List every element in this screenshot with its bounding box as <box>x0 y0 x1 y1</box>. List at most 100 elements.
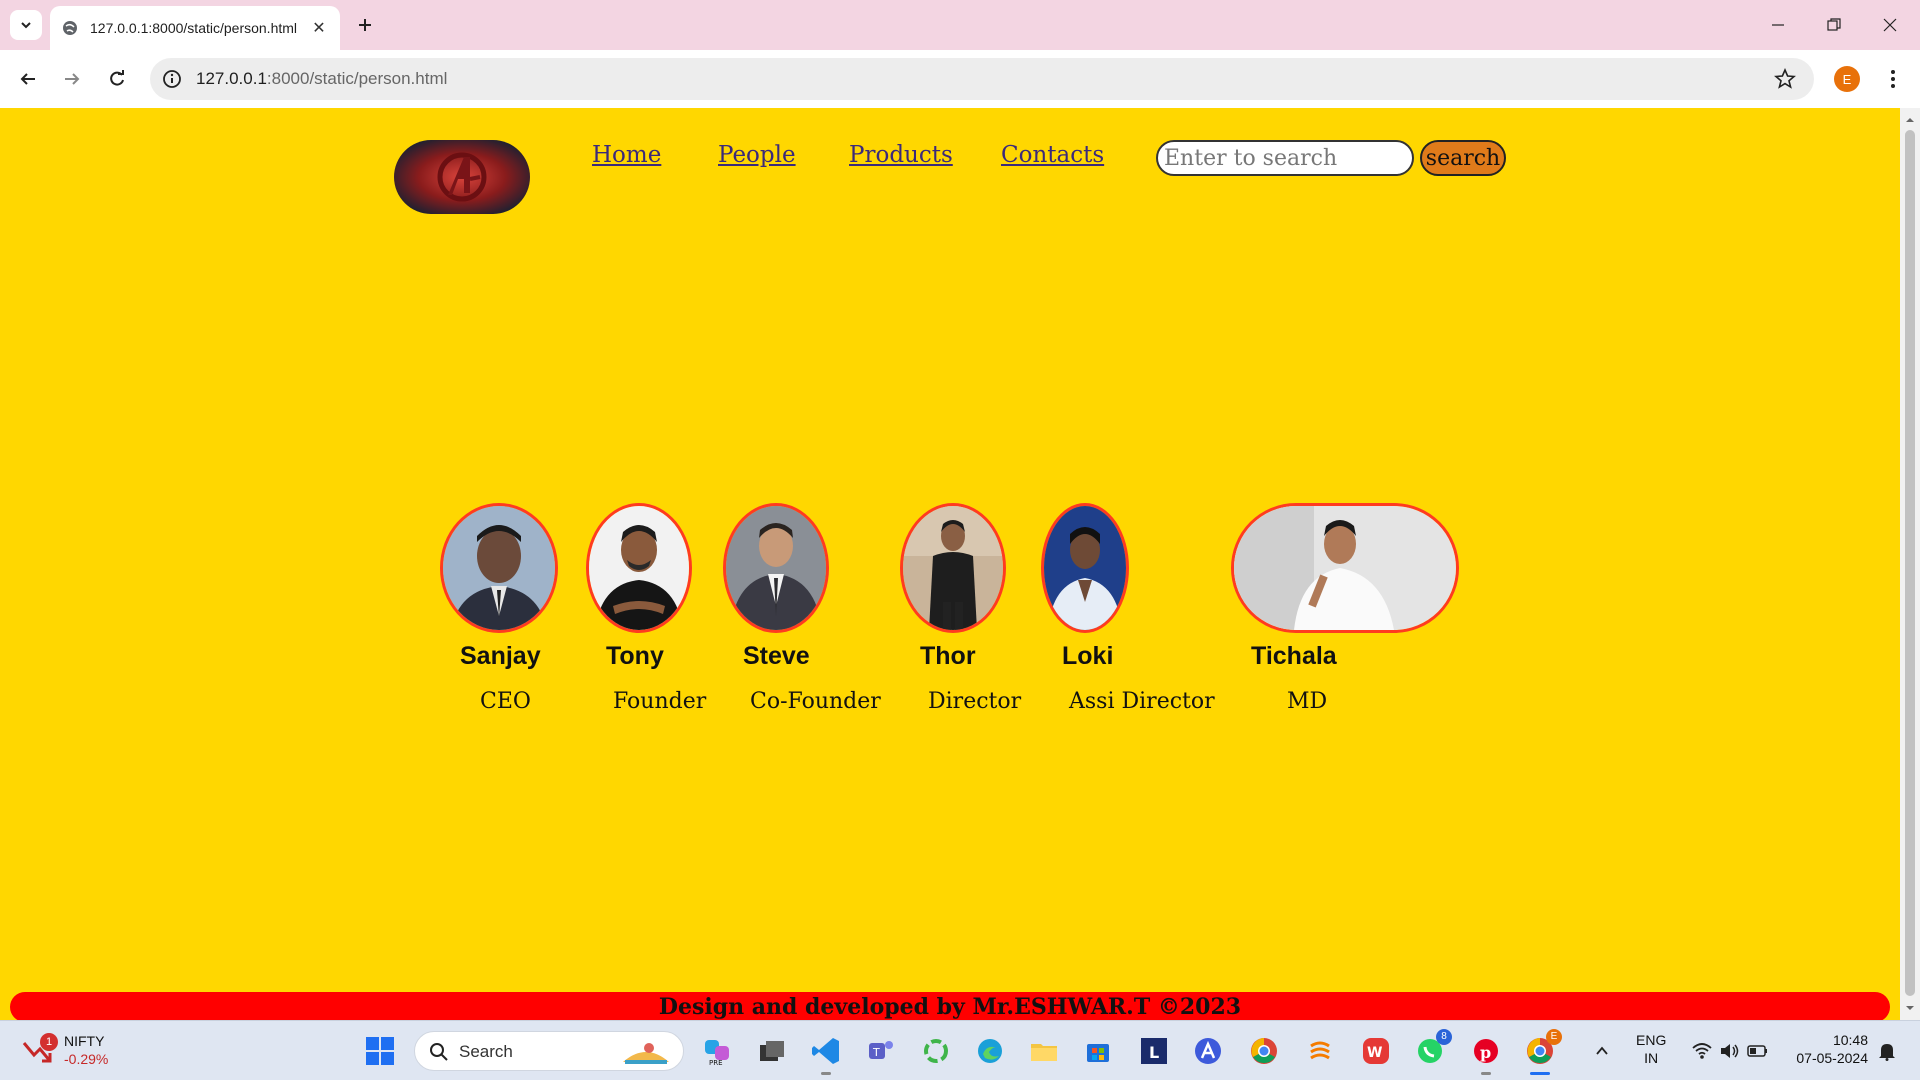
page-footer: Design and developed by Mr.ESHWAR.T ©202… <box>10 992 1890 1020</box>
nav-people-link[interactable]: People <box>718 142 796 168</box>
battery-icon <box>1747 1045 1767 1057</box>
region-code: IN <box>1644 1050 1659 1066</box>
taskbar-a-app[interactable] <box>1190 1033 1226 1069</box>
person-role: Assi Director <box>1069 689 1215 714</box>
person-name: Tony <box>606 642 664 670</box>
scroll-down-arrow-icon[interactable] <box>1904 1002 1916 1014</box>
taskbar-sync-app[interactable] <box>918 1033 954 1069</box>
browser-toolbar: 127.0.0.1:8000/static/person.html E <box>0 50 1920 108</box>
triangle-a-icon <box>1195 1038 1221 1064</box>
edge-icon <box>978 1039 1002 1063</box>
clock-time: 10:48 <box>1832 1032 1868 1048</box>
taskbar-copilot[interactable]: PRE <box>700 1033 736 1069</box>
forward-button[interactable] <box>56 63 88 95</box>
search-icon <box>430 1043 448 1061</box>
restore-button[interactable] <box>1814 10 1854 40</box>
arrow-left-icon <box>20 73 35 85</box>
search-button[interactable]: search <box>1420 140 1506 176</box>
back-button[interactable] <box>12 63 44 95</box>
new-tab-button[interactable] <box>352 12 378 38</box>
taskbar-chrome-active[interactable]: E <box>1522 1029 1562 1075</box>
tab-search-button[interactable] <box>10 10 42 40</box>
task-view-icon <box>760 1041 784 1061</box>
person-name: Tichala <box>1251 642 1337 670</box>
taskbar-teams[interactable]: T <box>862 1033 898 1069</box>
person-name: Sanjay <box>460 642 541 670</box>
taskbar-store[interactable] <box>1080 1033 1116 1069</box>
site-info-icon[interactable] <box>162 69 182 89</box>
language-indicator[interactable]: ENG IN <box>1636 1031 1666 1067</box>
person-photo <box>1041 503 1129 633</box>
chrome-profile-badge: E <box>1546 1029 1562 1045</box>
person-photo <box>586 503 692 633</box>
svg-text:L: L <box>1149 1043 1159 1062</box>
close-window-button[interactable] <box>1870 10 1910 40</box>
search-highlight-icon <box>623 1043 669 1064</box>
svg-text:p: p <box>1480 1043 1491 1062</box>
person-photo <box>723 503 829 633</box>
wps-icon: W <box>1363 1038 1389 1064</box>
page-scrollbar[interactable] <box>1900 108 1920 1020</box>
taskbar-wps[interactable]: W <box>1358 1033 1394 1069</box>
notifications-button[interactable] <box>1872 1033 1902 1069</box>
circular-arrows-icon <box>924 1039 948 1063</box>
reload-button[interactable] <box>101 63 133 95</box>
taskbar-chrome[interactable] <box>1246 1033 1282 1069</box>
taskbar-whatsapp[interactable]: 8 <box>1412 1029 1452 1069</box>
nav-home-link[interactable]: Home <box>592 142 661 168</box>
person-name: Thor <box>920 642 976 670</box>
orange-lines-icon <box>1310 1041 1330 1060</box>
taskbar-file-explorer[interactable] <box>1026 1033 1062 1069</box>
globe-icon <box>63 21 77 35</box>
person-role: MD <box>1287 689 1328 714</box>
language-code: ENG <box>1636 1032 1667 1048</box>
taskbar-task-view[interactable] <box>754 1033 790 1069</box>
nav-contacts-link[interactable]: Contacts <box>1001 142 1104 168</box>
person-photo <box>1231 503 1459 633</box>
chrome-icon <box>1251 1038 1277 1064</box>
person-name: Steve <box>743 642 810 670</box>
taskbar-sublime[interactable] <box>1302 1033 1338 1069</box>
taskbar-l-app[interactable]: L <box>1136 1033 1172 1069</box>
restore-icon <box>1827 18 1841 31</box>
svg-text:PRE: PRE <box>709 1059 723 1066</box>
taskbar-clock[interactable]: 10:48 07-05-2024 <box>1784 1031 1868 1067</box>
browser-tab-strip: 127.0.0.1:8000/static/person.html ✕ <box>0 0 1920 50</box>
portrait-avatar-icon <box>1044 506 1126 630</box>
active-indicator <box>1530 1072 1550 1075</box>
scroll-thumb[interactable] <box>1905 130 1915 996</box>
site-logo[interactable] <box>394 140 530 214</box>
taskbar-edge[interactable] <box>972 1033 1008 1069</box>
nav-products-link[interactable]: Products <box>849 142 953 168</box>
whatsapp-badge: 8 <box>1436 1029 1452 1045</box>
person-role: Co-Founder <box>750 689 881 714</box>
taskbar-vscode[interactable] <box>808 1033 844 1075</box>
profile-avatar[interactable]: E <box>1834 66 1860 92</box>
show-hidden-icons-button[interactable] <box>1584 1033 1620 1069</box>
scroll-up-arrow-icon[interactable] <box>1904 114 1916 126</box>
portrait-avatar-icon <box>726 506 826 630</box>
store-icon <box>1087 1044 1109 1062</box>
svg-text:T: T <box>872 1046 880 1059</box>
search-input[interactable] <box>1156 140 1414 176</box>
portrait-avatar-icon <box>1234 506 1456 630</box>
volume-icon <box>1721 1044 1739 1058</box>
person-photo <box>440 503 558 633</box>
page-viewport: Home People Products Contacts search San… <box>0 108 1900 1020</box>
address-bar[interactable]: 127.0.0.1:8000/static/person.html <box>150 58 1814 100</box>
quick-settings-button[interactable] <box>1680 1033 1780 1069</box>
taskbar-search-box[interactable]: Search <box>414 1031 684 1071</box>
windows-taskbar: 1 NIFTY -0.29% Search PRE T L W 8 p E EN… <box>0 1020 1920 1080</box>
browser-menu-button[interactable] <box>1880 66 1906 92</box>
windows-start-icon[interactable] <box>364 1035 396 1067</box>
url-host: 127.0.0.1 <box>196 69 267 88</box>
close-icon <box>1883 18 1897 32</box>
bookmark-star-icon[interactable] <box>1774 68 1796 90</box>
minimize-button[interactable] <box>1758 10 1798 40</box>
stock-widget[interactable]: 1 NIFTY -0.29% <box>22 1031 142 1071</box>
close-tab-icon[interactable]: ✕ <box>310 18 328 38</box>
portrait-avatar-icon <box>903 506 1003 630</box>
taskbar-pinterest[interactable]: p <box>1468 1033 1504 1075</box>
svg-text:W: W <box>1367 1045 1382 1061</box>
browser-tab[interactable]: 127.0.0.1:8000/static/person.html ✕ <box>50 6 340 50</box>
